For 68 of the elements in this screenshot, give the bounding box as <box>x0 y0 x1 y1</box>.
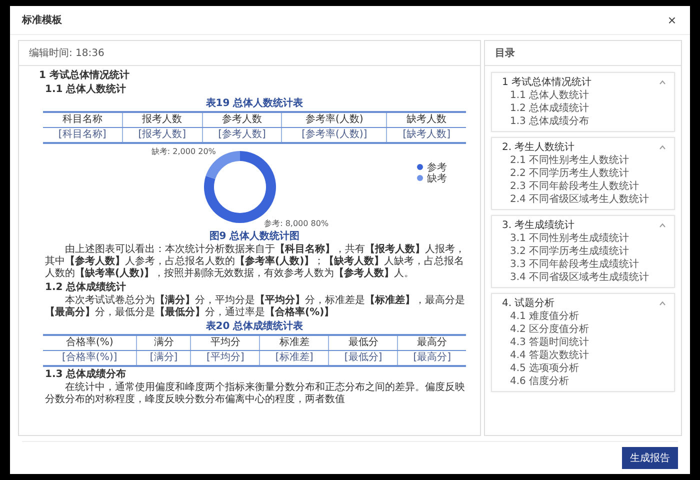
toc-group-title[interactable]: 1 考试总体情况统计 <box>502 76 592 89</box>
legend-dot <box>416 175 422 181</box>
toc-item[interactable]: 4.5 选项项分析 <box>502 362 580 375</box>
table-cell: [科目名称] <box>43 128 122 143</box>
table-cell: [参考率(人数)] <box>282 128 387 143</box>
toc-item[interactable]: 4.1 难度值分析 <box>502 310 580 323</box>
chevron-up-icon[interactable] <box>659 145 666 150</box>
table-header-cell: 报考人数 <box>122 112 202 128</box>
legend-label: 缺考 <box>426 174 446 184</box>
toc-item[interactable]: 3.3 不同年龄段考生成绩统计 <box>502 258 640 271</box>
subsection-heading: 1.1 总体人数统计 <box>44 83 128 96</box>
subsection-heading: 1.3 总体成绩分布 <box>44 368 128 381</box>
table-header-cell: 科目名称 <box>43 112 122 128</box>
legend-dot <box>416 164 422 170</box>
paragraph: 由上述图表可以看出：本次统计分析数据来自于【科目名称】，共有【报考人数】人报考，其中【参考人数】人参考，占总报名人数的【参考率(人数)】；【缺考人数】人缺考，占总报名人数的【缺考率(人数)】，按照并剔除无效数据，有效参考人数为【参考人数】人。 <box>44 244 466 280</box>
table-cell: [最高分] <box>398 350 466 366</box>
slice-label: 参考: 8,000 80% <box>264 219 328 228</box>
toc-item[interactable]: 3.1 不同性别考生成绩统计 <box>502 232 630 245</box>
toc-item[interactable]: 4.6 信度分析 <box>502 375 570 388</box>
slice-label: 缺考: 2,000 20% <box>150 146 216 156</box>
table-cell: [报考人数] <box>122 128 202 143</box>
table-cell: [满分] <box>136 350 191 366</box>
table-cell: [平均分] <box>190 350 260 366</box>
toc-item[interactable]: 1.2 总体成绩统计 <box>502 102 590 115</box>
toc-group-title[interactable]: 2. 考生人数统计 <box>502 141 575 154</box>
chevron-up-icon[interactable] <box>659 301 666 306</box>
toc-item[interactable]: 2.1 不同性别考生人数统计 <box>502 154 630 167</box>
toc-item[interactable]: 2.2 不同学历考生人数统计 <box>502 167 630 180</box>
section-heading: 1 考试总体情况统计 <box>39 69 130 82</box>
table-cell: [参考人数] <box>202 128 282 143</box>
caption: 表20 总体成绩统计表 <box>204 320 304 333</box>
toc-title: 目录 <box>495 46 516 60</box>
table-header-cell: 参考率(人数) <box>282 112 387 128</box>
toc-item[interactable]: 4.3 答题时间统计 <box>502 336 590 349</box>
toc-group-title[interactable]: 4. 试题分析 <box>502 297 555 310</box>
toc-item[interactable]: 4.2 区分度值分析 <box>502 323 590 336</box>
chevron-up-icon[interactable] <box>659 80 666 85</box>
toc-item[interactable]: 2.4 不同省级区域考生人数统计 <box>502 193 650 206</box>
subsection-heading: 1.2 总体成绩统计 <box>44 281 128 294</box>
table-header-cell: 合格率(%) <box>43 335 137 350</box>
table-cell: [标准差] <box>260 350 329 366</box>
chevron-up-icon[interactable] <box>659 223 666 228</box>
toc-item[interactable]: 3.2 不同学历考生成绩统计 <box>502 245 630 258</box>
dialog-title: 标准模板 <box>22 14 62 27</box>
table-header-cell: 满分 <box>136 335 191 350</box>
table-header-cell: 最低分 <box>328 335 398 350</box>
toc-item[interactable]: 2.3 不同年龄段考生人数统计 <box>502 180 640 193</box>
toc-group-title[interactable]: 3. 考生成绩统计 <box>502 219 575 232</box>
table-cell: [缺考人数] <box>386 128 466 143</box>
table-header-cell: 参考人数 <box>202 112 282 128</box>
paragraph: 本次考试试卷总分为【满分】分，平均分是【平均分】分，标准差是【标准差】，最高分是【最高分】分，最低分是【最低分】分，通过率是【合格率(%)】 <box>44 295 466 319</box>
caption: 图9 总体人数统计图 <box>208 230 301 243</box>
table-header-cell: 缺考人数 <box>386 112 466 128</box>
table-header-cell: 最高分 <box>398 335 466 350</box>
toc-item[interactable]: 1.3 总体成绩分布 <box>502 115 590 128</box>
legend-label: 参考 <box>426 162 446 174</box>
table-cell: [最低分] <box>328 350 398 366</box>
table-cell: [合格率(%)] <box>43 350 137 366</box>
toc-item[interactable]: 1.1 总体人数统计 <box>502 89 590 102</box>
generate-report-button[interactable]: 生成报告 <box>622 447 678 469</box>
toc-item[interactable]: 4.4 答题次数统计 <box>502 349 590 362</box>
paragraph: 在统计中，通常使用偏度和峰度两个指标来衡量分数分布和正态分布之间的差异。偏度反映分数分布的对称程度，峰度反映分数分布偏离中心的程度，两者数值 <box>44 382 466 406</box>
table-header-cell: 平均分 <box>190 335 260 350</box>
edit-time-label: 编辑时间: 18:36 <box>29 46 106 60</box>
toc-item[interactable]: 3.4 不同省级区域考生成绩统计 <box>502 271 650 284</box>
caption: 表19 总体人数统计表 <box>204 97 304 110</box>
table-header-cell: 标准差 <box>260 335 329 350</box>
close-button[interactable]: × <box>666 12 678 28</box>
